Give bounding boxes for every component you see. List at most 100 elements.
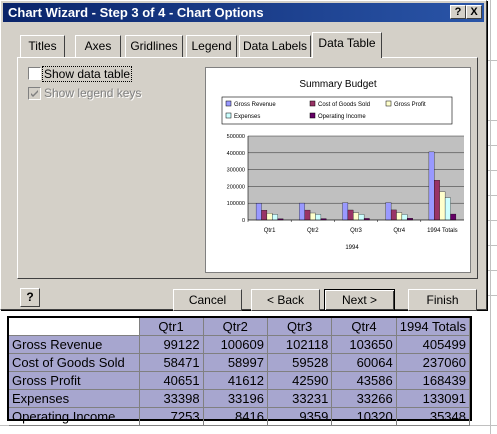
x-tick-label: 1994 Totals (427, 228, 458, 234)
chart-preview: Summary Budget Gross Revenue Cost of Good… (205, 67, 471, 273)
bar (434, 180, 440, 221)
table-cell[interactable]: 41612 (203, 371, 268, 390)
table-cell[interactable]: 99122 (139, 335, 204, 354)
bar (401, 214, 408, 221)
bar (439, 191, 446, 221)
table-cell[interactable]: 133091 (396, 389, 471, 408)
table-cell[interactable]: 43586 (331, 371, 397, 390)
table-header-cell[interactable]: Qtr4 (331, 318, 397, 336)
table-cell[interactable]: 103650 (331, 335, 397, 354)
table-cell[interactable]: 33398 (139, 389, 204, 408)
back-button[interactable]: < Back (251, 289, 320, 311)
cancel-button[interactable]: Cancel (173, 289, 242, 311)
bar (342, 202, 349, 221)
table-cell[interactable]: 60064 (331, 353, 397, 372)
tab-data-table[interactable]: Data Table (312, 32, 382, 58)
bar (255, 203, 262, 221)
table-row-label[interactable]: Expenses (9, 389, 140, 408)
table-row-label[interactable]: Gross Revenue (9, 335, 140, 354)
legend-label: Expenses (234, 114, 260, 120)
table-cell[interactable]: 168439 (396, 371, 471, 390)
table-cell[interactable]: 33196 (203, 389, 268, 408)
table-row-label[interactable]: Operating Income (9, 407, 140, 426)
y-tick-label: 400000 (227, 151, 245, 157)
bar (444, 197, 451, 221)
table-header-cell[interactable]: Qtr3 (267, 318, 333, 336)
table-cell[interactable]: 9359 (267, 407, 333, 426)
bar (358, 214, 365, 221)
table-cell[interactable]: 7253 (139, 407, 204, 426)
table-cell[interactable]: 405499 (396, 335, 471, 354)
close-title-button[interactable]: X (466, 5, 482, 19)
legend-swatch (309, 100, 316, 107)
tab-gridlines[interactable]: Gridlines (125, 35, 183, 57)
table-cell[interactable]: 33231 (267, 389, 333, 408)
bar (450, 213, 457, 221)
legend-label: Gross Revenue (234, 102, 276, 108)
table-cell[interactable]: 102118 (267, 335, 333, 354)
bar (396, 212, 403, 221)
tab-titles[interactable]: Titles (20, 35, 65, 57)
title-bar[interactable]: Chart Wizard - Step 3 of 4 - Chart Optio… (3, 3, 484, 22)
legend-label: Cost of Goods Sold (318, 102, 370, 108)
table-corner-cell[interactable] (9, 318, 140, 336)
table-row-label[interactable]: Gross Profit (9, 371, 140, 390)
table-cell[interactable]: 42590 (267, 371, 333, 390)
show-legend-keys-label: Show legend keys (44, 86, 142, 100)
show-legend-keys-checkbox[interactable] (28, 87, 41, 100)
tab-legend[interactable]: Legend (186, 35, 237, 57)
chart-wizard-dialog: Chart Wizard - Step 3 of 4 - Chart Optio… (0, 0, 487, 311)
table-cell[interactable]: 58997 (203, 353, 268, 372)
table-cell[interactable]: 40651 (139, 371, 204, 390)
table-row: Expenses 33398 33196 33231 33266 133091 (9, 389, 471, 408)
x-tick-label: Qtr1 (264, 228, 276, 234)
sheet-data-table[interactable]: Qtr1 Qtr2 Qtr3 Qtr4 1994 Totals Gross Re… (7, 316, 472, 426)
bar (261, 210, 268, 221)
y-tick-label: 200000 (227, 184, 245, 190)
chart-svg: Summary Budget Gross Revenue Cost of Good… (221, 79, 464, 251)
legend-swatch (385, 100, 392, 107)
table-cell[interactable]: 58471 (139, 353, 204, 372)
help-button[interactable]: ? (20, 288, 40, 307)
show-data-table-checkbox[interactable] (28, 67, 41, 80)
bar (299, 202, 305, 221)
table-row: Cost of Goods Sold 58471 58997 59528 600… (9, 353, 471, 372)
table-header-cell[interactable]: Qtr2 (203, 318, 268, 336)
legend-swatch (225, 112, 232, 119)
table-cell[interactable]: 10320 (331, 407, 397, 426)
tab-data-labels[interactable]: Data Labels (239, 35, 311, 57)
x-tick-label: Qtr2 (307, 228, 319, 234)
x-tick-label: Qtr3 (350, 228, 362, 234)
bar (390, 209, 397, 221)
chart-x-axis-label: 1994 (345, 245, 359, 251)
legend-label: Gross Profit (394, 102, 426, 108)
table-cell[interactable]: 33266 (331, 389, 397, 408)
table-cell[interactable]: 237060 (396, 353, 471, 372)
next-button[interactable]: Next > (324, 289, 395, 311)
bar (309, 212, 316, 221)
legend-label: Operating Income (318, 114, 366, 120)
table-header-cell[interactable]: 1994 Totals (396, 318, 471, 336)
tab-axes[interactable]: Axes (75, 35, 121, 57)
table-row: Gross Profit 40651 41612 42590 43586 168… (9, 371, 471, 390)
table-cell[interactable]: 59528 (267, 353, 333, 372)
help-icon: ? (26, 290, 34, 304)
table-cell[interactable]: 35348 (396, 407, 471, 426)
table-cell[interactable]: 8416 (203, 407, 268, 426)
help-title-button[interactable]: ? (450, 5, 466, 19)
bar (266, 213, 273, 221)
table-cell[interactable]: 100609 (203, 335, 268, 354)
table-header-row: Qtr1 Qtr2 Qtr3 Qtr4 1994 Totals (9, 318, 471, 336)
bar (385, 202, 392, 221)
y-tick-label: 100000 (227, 201, 245, 207)
show-data-table-label[interactable]: Show data table (42, 66, 133, 82)
table-row-label[interactable]: Cost of Goods Sold (9, 353, 140, 372)
legend-swatch (225, 100, 232, 107)
y-tick-label: 500000 (227, 134, 245, 140)
chart-title: Summary Budget (299, 79, 376, 90)
finish-button[interactable]: Finish (408, 289, 477, 311)
table-header-cell[interactable]: Qtr1 (139, 318, 204, 336)
bar (304, 209, 311, 221)
table-row: Operating Income 7253 8416 9359 10320 35… (9, 407, 471, 426)
bar (347, 209, 354, 221)
